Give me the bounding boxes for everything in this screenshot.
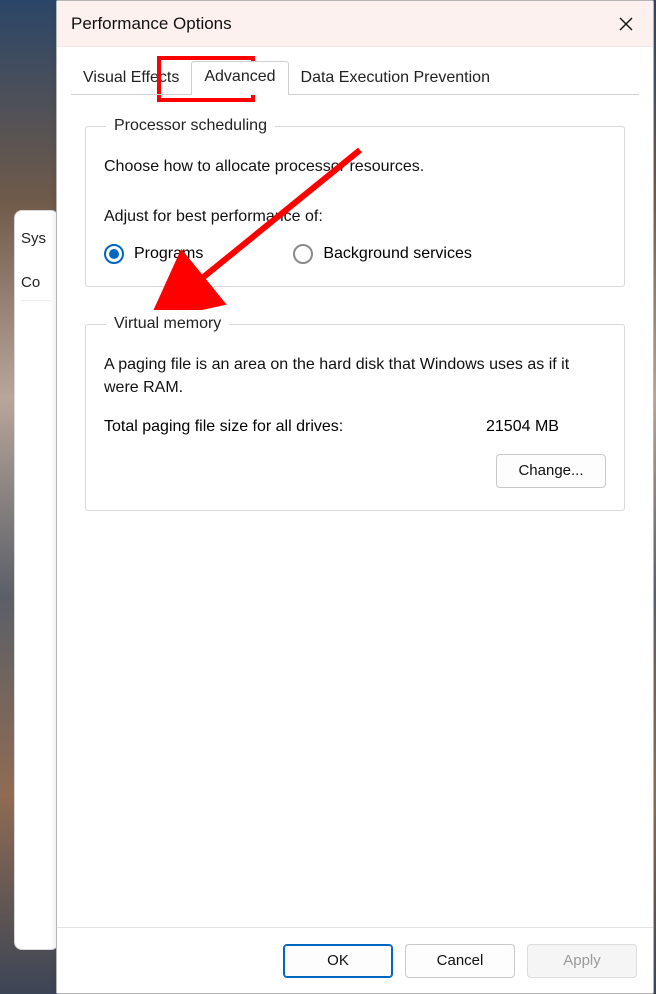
processor-scheduling-subhead: Adjust for best performance of: — [104, 208, 606, 226]
dialog-footer: OK Cancel Apply — [57, 927, 653, 993]
close-button[interactable] — [603, 1, 649, 47]
radio-row: Programs Background services — [104, 244, 606, 264]
radio-circle-icon — [293, 244, 313, 264]
bg-row-co: Co — [21, 265, 52, 301]
virtual-memory-total-row: Total paging file size for all drives: 2… — [104, 418, 606, 436]
close-icon — [618, 16, 634, 32]
apply-button[interactable]: Apply — [527, 944, 637, 978]
tab-content: Processor scheduling Choose how to alloc… — [57, 95, 653, 927]
virtual-memory-group: Virtual memory A paging file is an area … — [85, 315, 625, 510]
processor-scheduling-description: Choose how to allocate processor resourc… — [104, 155, 606, 178]
virtual-memory-total-value: 21504 MB — [486, 418, 606, 436]
ok-button[interactable]: OK — [283, 944, 393, 978]
virtual-memory-legend: Virtual memory — [106, 315, 229, 333]
radio-programs[interactable]: Programs — [104, 244, 203, 264]
processor-scheduling-group: Processor scheduling Choose how to alloc… — [85, 117, 625, 287]
tab-data-execution-prevention[interactable]: Data Execution Prevention — [289, 63, 502, 95]
cancel-button[interactable]: Cancel — [405, 944, 515, 978]
background-window-sliver: Sys Co — [14, 210, 59, 950]
bg-row-sys: Sys — [21, 221, 52, 257]
tab-underline — [71, 94, 639, 95]
tab-advanced[interactable]: Advanced — [191, 61, 288, 95]
change-button[interactable]: Change... — [496, 454, 606, 488]
virtual-memory-description: A paging file is an area on the hard dis… — [104, 353, 606, 399]
virtual-memory-total-label: Total paging file size for all drives: — [104, 418, 343, 436]
radio-programs-label: Programs — [134, 245, 203, 263]
radio-circle-icon — [104, 244, 124, 264]
titlebar: Performance Options — [57, 1, 653, 47]
radio-background-services[interactable]: Background services — [293, 244, 472, 264]
processor-scheduling-legend: Processor scheduling — [106, 117, 275, 135]
window-title: Performance Options — [71, 14, 232, 34]
tab-bar: Visual Effects Advanced Data Execution P… — [57, 47, 653, 95]
performance-options-dialog: Performance Options Visual Effects Advan… — [56, 0, 654, 994]
radio-background-label: Background services — [323, 245, 472, 263]
tab-visual-effects[interactable]: Visual Effects — [71, 63, 191, 95]
